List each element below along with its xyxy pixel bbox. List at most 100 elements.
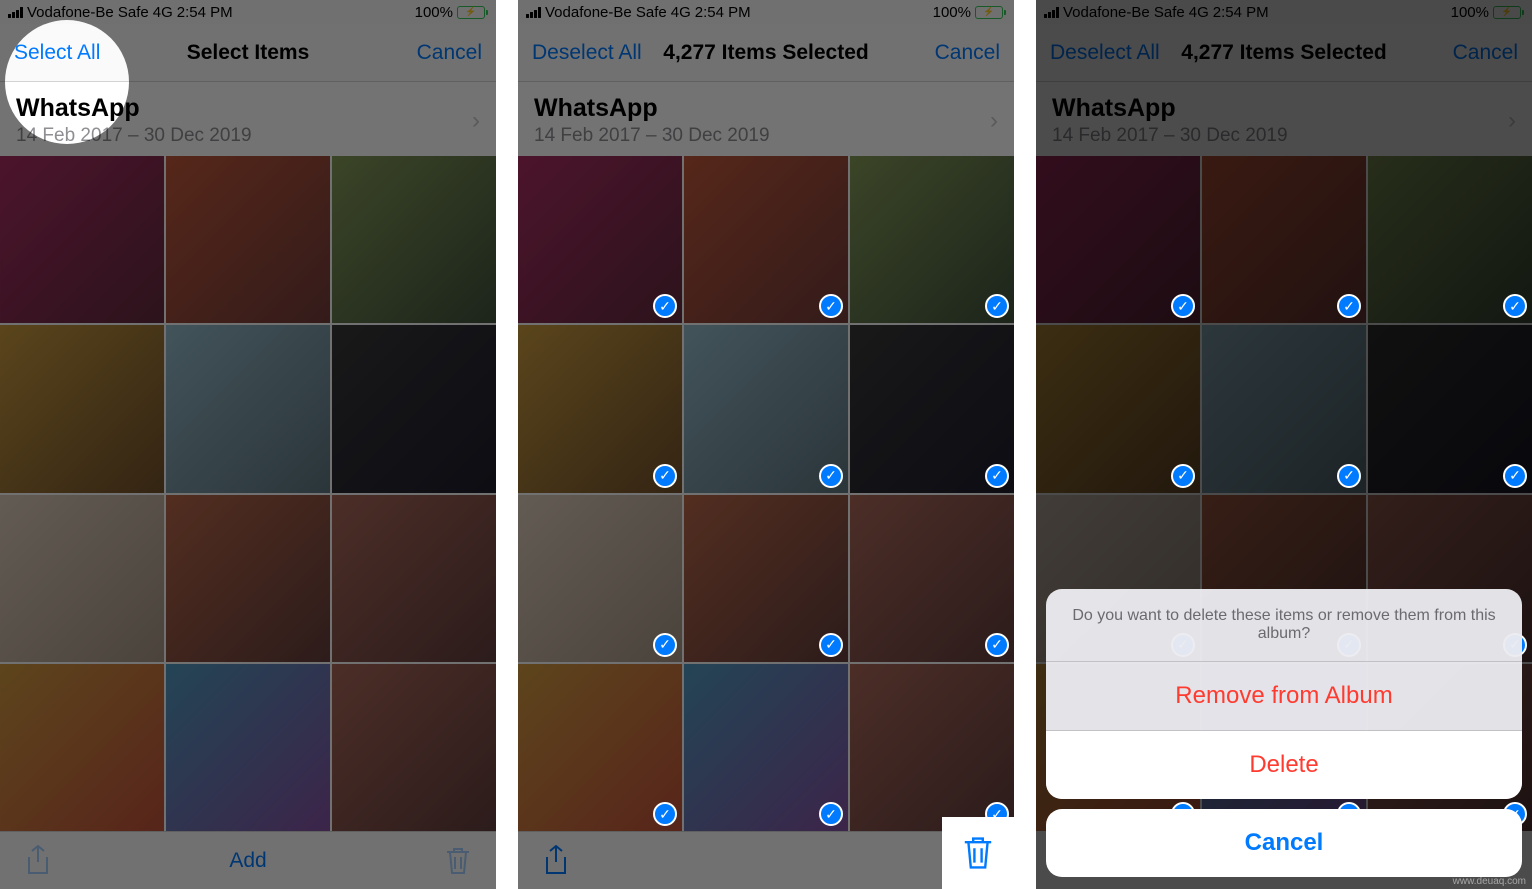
carrier-label: Vodafone-Be Safe xyxy=(27,4,149,21)
battery-percentage: 100% xyxy=(415,4,453,21)
photo-thumbnail[interactable]: ✓ xyxy=(1036,325,1200,492)
network-label: 4G xyxy=(1189,4,1209,21)
photo-thumbnail[interactable]: ✓ xyxy=(850,156,1014,323)
selected-check-icon: ✓ xyxy=(653,294,677,318)
time-label: 2:54 PM xyxy=(177,4,233,21)
album-header[interactable]: WhatsApp 14 Feb 2017 – 30 Dec 2019 › xyxy=(0,82,496,161)
carrier-label: Vodafone-Be Safe xyxy=(545,4,667,21)
network-label: 4G xyxy=(153,4,173,21)
photo-thumbnail[interactable]: ✓ xyxy=(850,495,1014,662)
action-sheet-group: Do you want to delete these items or rem… xyxy=(1046,589,1522,799)
photo-thumbnail[interactable]: ✓ xyxy=(684,156,848,323)
share-icon[interactable] xyxy=(536,841,576,881)
action-sheet-message: Do you want to delete these items or rem… xyxy=(1046,589,1522,662)
selected-check-icon: ✓ xyxy=(1337,294,1361,318)
photo-thumbnail[interactable]: ✓ xyxy=(518,325,682,492)
photo-thumbnail[interactable]: ✓ xyxy=(1368,156,1532,323)
album-title: WhatsApp xyxy=(1052,94,1288,123)
status-bar: Vodafone-Be Safe 4G 2:54 PM 100% ⚡ xyxy=(1036,0,1532,24)
selected-check-icon: ✓ xyxy=(819,802,843,826)
photo-thumbnail[interactable] xyxy=(332,325,496,492)
screen-delete-sheet: Vodafone-Be Safe 4G 2:54 PM 100% ⚡ Desel… xyxy=(1036,0,1532,889)
nav-title: Select Items xyxy=(124,41,372,65)
photo-thumbnail[interactable]: ✓ xyxy=(684,325,848,492)
photo-thumbnail[interactable]: ✓ xyxy=(1202,156,1366,323)
photo-thumbnail[interactable] xyxy=(332,495,496,662)
network-label: 4G xyxy=(671,4,691,21)
album-header[interactable]: WhatsApp 14 Feb 2017 – 30 Dec 2019 › xyxy=(1036,82,1532,161)
photo-grid[interactable] xyxy=(0,156,496,831)
photo-thumbnail[interactable] xyxy=(0,325,164,492)
selected-check-icon: ✓ xyxy=(819,294,843,318)
status-bar: Vodafone-Be Safe 4G 2:54 PM 100% ⚡ xyxy=(518,0,1014,24)
signal-strength-icon xyxy=(526,7,541,18)
chevron-right-icon: › xyxy=(472,107,480,135)
album-date-range: 14 Feb 2017 – 30 Dec 2019 xyxy=(16,125,252,147)
bottom-toolbar: Add xyxy=(0,831,496,889)
remove-from-album-button[interactable]: Remove from Album xyxy=(1046,662,1522,731)
cancel-button[interactable]: Cancel xyxy=(890,41,1000,65)
trash-icon xyxy=(438,841,478,881)
nav-title-selected-count: 4,277 Items Selected xyxy=(1160,41,1408,65)
signal-strength-icon xyxy=(1044,7,1059,18)
screen-select-items: Vodafone-Be Safe 4G 2:54 PM 100% ⚡ Selec… xyxy=(0,0,496,889)
nav-title-selected-count: 4,277 Items Selected xyxy=(642,41,890,65)
trash-highlight-box[interactable] xyxy=(942,817,1014,889)
photo-thumbnail[interactable]: ✓ xyxy=(518,156,682,323)
battery-icon: ⚡ xyxy=(975,6,1006,19)
photo-thumbnail[interactable] xyxy=(332,156,496,323)
photo-thumbnail[interactable]: ✓ xyxy=(684,664,848,831)
trash-icon xyxy=(962,835,994,871)
watermark: www.deuaq.com xyxy=(1453,876,1526,887)
photo-thumbnail[interactable] xyxy=(0,156,164,323)
selected-check-icon: ✓ xyxy=(819,633,843,657)
battery-icon: ⚡ xyxy=(457,6,488,19)
album-header[interactable]: WhatsApp 14 Feb 2017 – 30 Dec 2019 › xyxy=(518,82,1014,161)
chevron-right-icon: › xyxy=(1508,107,1516,135)
photo-grid[interactable]: ✓ ✓ ✓ ✓ ✓ ✓ ✓ ✓ ✓ ✓ ✓ ✓ xyxy=(518,156,1014,831)
status-bar: Vodafone-Be Safe 4G 2:54 PM 100% ⚡ xyxy=(0,0,496,24)
cancel-button[interactable]: Cancel xyxy=(1408,41,1518,65)
album-date-range: 14 Feb 2017 – 30 Dec 2019 xyxy=(534,125,770,147)
photo-thumbnail[interactable]: ✓ xyxy=(850,325,1014,492)
photo-thumbnail[interactable]: ✓ xyxy=(1036,156,1200,323)
nav-bar: Deselect All 4,277 Items Selected Cancel xyxy=(518,24,1014,82)
photo-thumbnail[interactable] xyxy=(166,325,330,492)
selected-check-icon: ✓ xyxy=(1503,294,1527,318)
photo-thumbnail[interactable] xyxy=(166,495,330,662)
selected-check-icon: ✓ xyxy=(985,294,1009,318)
photo-thumbnail[interactable] xyxy=(332,664,496,831)
select-all-button[interactable]: Select All xyxy=(14,41,124,65)
photo-thumbnail[interactable] xyxy=(0,664,164,831)
selected-check-icon: ✓ xyxy=(819,464,843,488)
selected-check-icon: ✓ xyxy=(1171,464,1195,488)
deselect-all-button[interactable]: Deselect All xyxy=(1050,41,1160,65)
signal-strength-icon xyxy=(8,7,23,18)
photo-thumbnail[interactable] xyxy=(166,156,330,323)
album-date-range: 14 Feb 2017 – 30 Dec 2019 xyxy=(1052,125,1288,147)
add-button[interactable]: Add xyxy=(229,849,266,873)
photo-thumbnail[interactable] xyxy=(166,664,330,831)
photo-thumbnail[interactable] xyxy=(0,495,164,662)
photo-thumbnail[interactable]: ✓ xyxy=(684,495,848,662)
bottom-toolbar xyxy=(518,831,1014,889)
photo-thumbnail[interactable]: ✓ xyxy=(1202,325,1366,492)
photo-thumbnail[interactable]: ✓ xyxy=(518,664,682,831)
selected-check-icon: ✓ xyxy=(985,633,1009,657)
selected-check-icon: ✓ xyxy=(653,633,677,657)
selected-check-icon: ✓ xyxy=(985,464,1009,488)
battery-percentage: 100% xyxy=(1451,4,1489,21)
time-label: 2:54 PM xyxy=(695,4,751,21)
deselect-all-button[interactable]: Deselect All xyxy=(532,41,642,65)
selected-check-icon: ✓ xyxy=(1503,464,1527,488)
delete-button[interactable]: Delete xyxy=(1046,731,1522,799)
cancel-button[interactable]: Cancel xyxy=(372,41,482,65)
photo-thumbnail[interactable]: ✓ xyxy=(850,664,1014,831)
album-title: WhatsApp xyxy=(16,94,252,123)
album-title: WhatsApp xyxy=(534,94,770,123)
action-sheet-cancel-button[interactable]: Cancel xyxy=(1046,809,1522,877)
photo-thumbnail[interactable]: ✓ xyxy=(1368,325,1532,492)
photo-thumbnail[interactable]: ✓ xyxy=(518,495,682,662)
action-sheet: Do you want to delete these items or rem… xyxy=(1046,589,1522,877)
battery-percentage: 100% xyxy=(933,4,971,21)
